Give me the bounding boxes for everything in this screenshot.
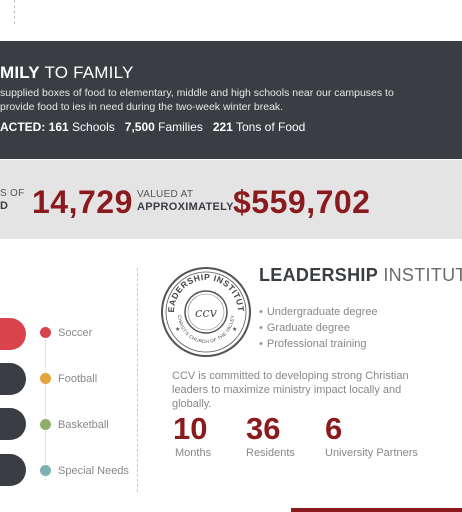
sport-label-football: Football xyxy=(58,373,98,385)
seal-star-right-icon: ★ xyxy=(232,326,237,333)
stat-months-label: Months xyxy=(175,447,212,459)
bottom-accent-bar xyxy=(291,508,462,512)
soccer-dot xyxy=(40,327,51,338)
top-divider xyxy=(14,0,15,24)
seal-graphic: LEADERSHIP INSTITUTE CHRIST'S CHURCH OF … xyxy=(158,259,251,357)
leadership-bullets: Undergraduate degree Graduate degree Pro… xyxy=(259,304,378,352)
total-value: $559,702 xyxy=(233,184,371,220)
sport-label-soccer: Soccer xyxy=(58,327,93,339)
banner-stats-prefix: ACTED: xyxy=(0,120,46,134)
stat-schools-value: 161 xyxy=(48,120,69,134)
sports-connector-line xyxy=(45,340,46,480)
stat-partners-label: University Partners xyxy=(325,447,418,459)
leadership-title-rest: INSTITUTE xyxy=(383,265,462,285)
stat-families-label: Families xyxy=(158,120,203,134)
valued-label-line1: VALUED AT xyxy=(137,189,194,200)
banner-stats: ACTED: 161 Schools 7,500 Families 221 To… xyxy=(0,120,305,134)
stat-food-label: Tons of Food xyxy=(235,120,306,134)
seal-mark: ccv xyxy=(195,306,218,321)
football-pill xyxy=(0,363,26,395)
leadership-institute-seal: LEADERSHIP INSTITUTE CHRIST'S CHURCH OF … xyxy=(158,259,251,357)
sport-label-basketball: Basketball xyxy=(58,419,109,431)
banner-title-rest: TO FAMILY xyxy=(44,63,134,82)
valued-label-line2: APPROXIMATELY xyxy=(137,201,234,213)
stat-partners-value: 6 xyxy=(325,411,343,446)
total-label-line1: S OF xyxy=(0,188,25,199)
stat-families-value: 7,500 xyxy=(124,120,155,134)
stat-schools-label: Schools xyxy=(72,120,115,134)
sport-label-special-needs: Special Needs xyxy=(58,465,129,477)
bullet-item: Professional training xyxy=(259,336,378,352)
total-label: S OF D xyxy=(0,188,25,212)
seal-star-left-icon: ★ xyxy=(175,326,180,333)
football-dot xyxy=(40,373,51,384)
special-needs-pill xyxy=(0,454,26,486)
bullet-item: Graduate degree xyxy=(259,320,378,336)
total-label-line2: D xyxy=(0,200,9,212)
special-needs-dot xyxy=(40,465,51,476)
stat-months-value: 10 xyxy=(173,411,208,446)
leadership-title: LEADERSHIP INSTITUTE xyxy=(259,265,462,286)
stat-food-value: 221 xyxy=(212,120,233,134)
leadership-description: CCV is committed to developing strong Ch… xyxy=(172,370,409,410)
stat-residents-value: 36 xyxy=(246,411,281,446)
basketball-pill xyxy=(0,408,26,440)
banner-description: supplied boxes of food to elementary, mi… xyxy=(0,87,394,113)
stat-residents-label: Residents xyxy=(246,447,295,459)
banner-title: MILY TO FAMILY xyxy=(0,63,134,83)
soccer-pill xyxy=(0,318,26,350)
total-count: 14,729 xyxy=(32,184,133,220)
bullet-item: Undergraduate degree xyxy=(259,304,378,320)
basketball-dot xyxy=(40,419,51,430)
column-divider xyxy=(137,268,138,492)
valued-label: VALUED AT APPROXIMATELY xyxy=(137,188,234,214)
leadership-title-bold: LEADERSHIP xyxy=(259,265,379,285)
banner-title-bold: MILY xyxy=(0,63,40,82)
